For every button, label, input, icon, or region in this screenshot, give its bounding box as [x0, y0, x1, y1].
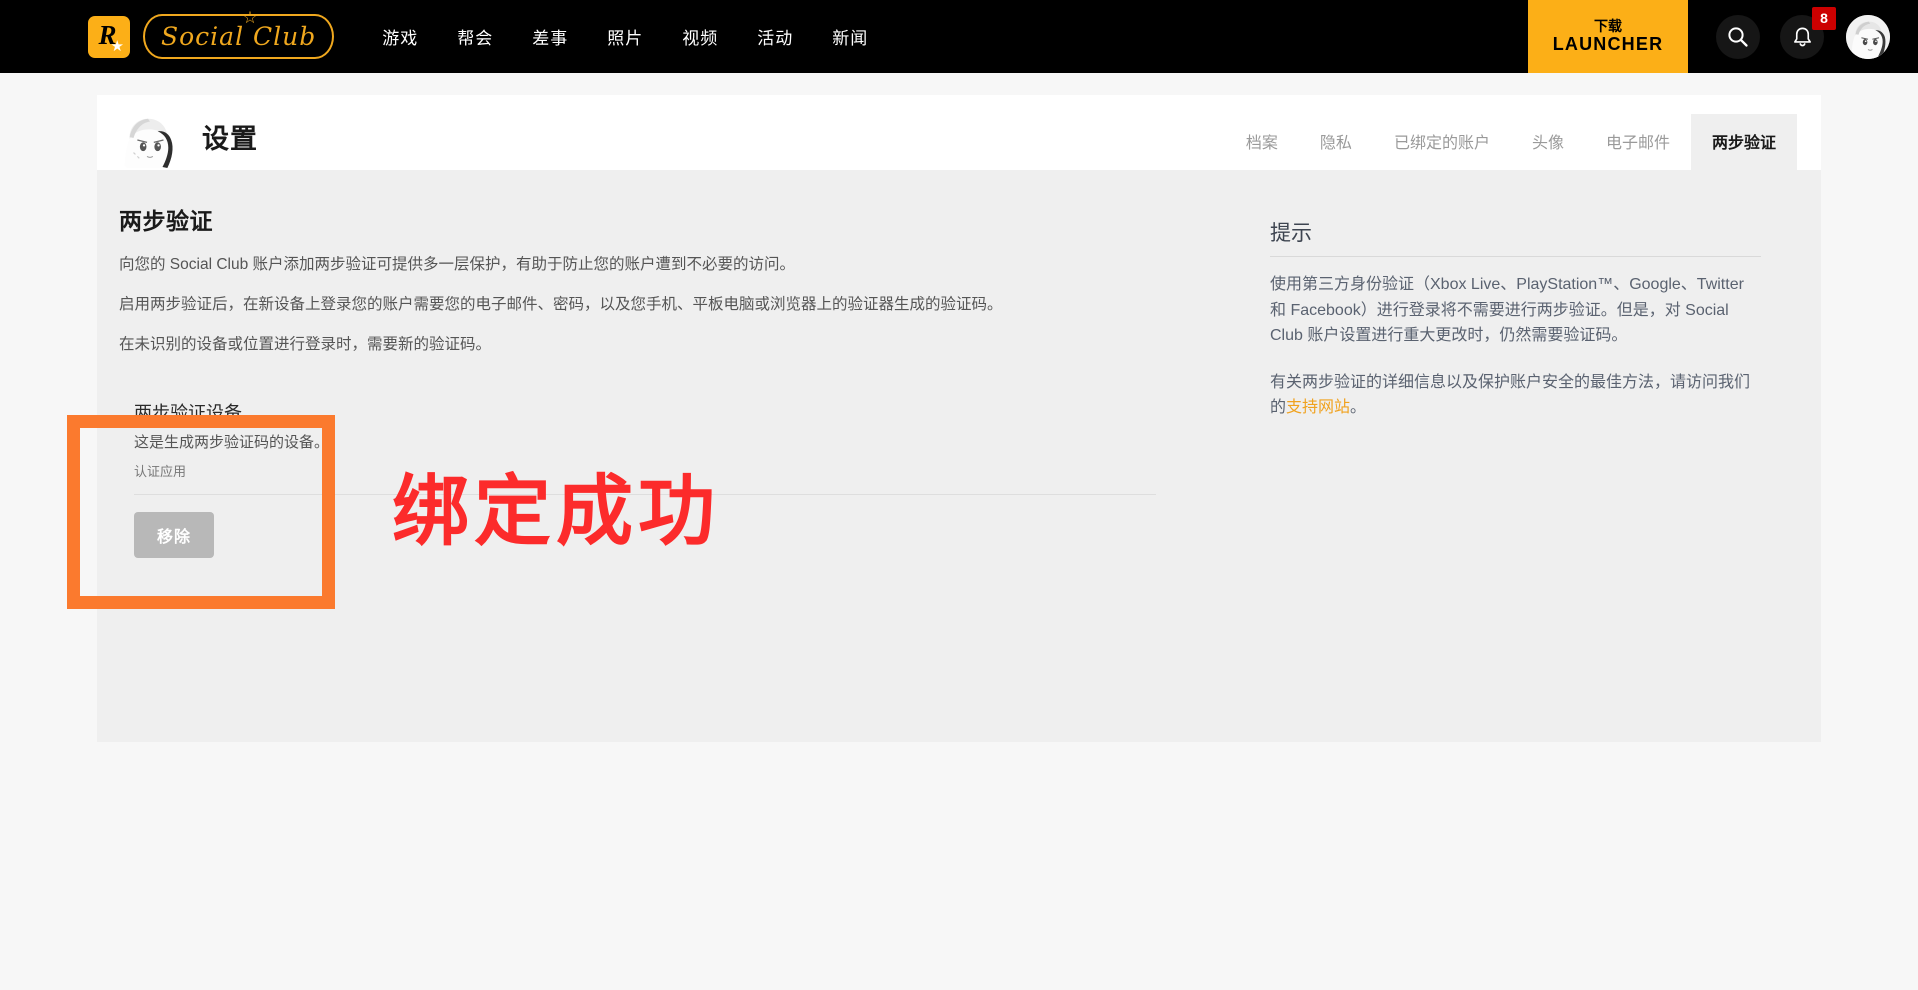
tab-profile[interactable]: 档案	[1225, 114, 1299, 170]
nav-item-videos[interactable]: 视频	[682, 24, 718, 49]
nav-item-news[interactable]: 新闻	[832, 24, 868, 49]
device-card-app-name: 认证应用	[134, 464, 187, 480]
rockstar-social-club-logo[interactable]: R ★ ☆ Social Club	[88, 9, 335, 59]
notification-count-badge: 8	[1812, 6, 1836, 30]
tab-linked-accounts[interactable]: 已绑定的账户	[1373, 114, 1511, 170]
notifications-button[interactable]: 8	[1780, 6, 1836, 59]
tips-title: 提示	[1270, 217, 1761, 257]
profile-avatar-icon	[119, 110, 177, 168]
nav-item-crews[interactable]: 帮会	[457, 24, 493, 49]
nav-item-photos[interactable]: 照片	[607, 24, 643, 49]
tips-column: 提示 使用第三方身份验证（Xbox Live、PlayStation™、Goog…	[1225, 170, 1821, 742]
tab-email[interactable]: 电子邮件	[1585, 114, 1691, 170]
social-club-wordmark-text: Social Club	[161, 22, 317, 51]
wordmark-star-icon: ☆	[242, 8, 258, 27]
top-bar-right-actions: 下载 LAUNCHER 8	[1528, 0, 1918, 73]
remove-device-button[interactable]: 移除	[134, 512, 215, 559]
tab-privacy[interactable]: 隐私	[1299, 114, 1373, 170]
top-navigation-bar: R ★ ☆ Social Club 游戏 帮会 差事 照片 视频 活动 新闻 下…	[0, 0, 1918, 73]
primary-nav: 游戏 帮会 差事 照片 视频 活动 新闻	[382, 24, 868, 49]
page-title: 设置	[202, 124, 258, 154]
tips-paragraph-2: 有关两步验证的详细信息以及保护账户安全的最佳方法，请访问我们的支持网站。	[1270, 370, 1761, 421]
star-icon: ★	[110, 37, 124, 55]
device-card-title: 两步验证设备	[134, 403, 242, 424]
intro-paragraph-2: 启用两步验证后，在新设备上登录您的账户需要您的电子邮件、密码，以及您手机、平板电…	[119, 296, 1003, 314]
device-card-divider	[134, 494, 1156, 496]
tips-paragraph-2-post: 。	[1350, 399, 1367, 417]
search-button[interactable]	[1716, 14, 1760, 59]
nav-item-games[interactable]: 游戏	[382, 24, 418, 49]
download-launcher-line1: 下载	[1594, 18, 1622, 35]
intro-paragraph-3: 在未识别的设备或位置进行登录时，需要新的验证码。	[119, 336, 492, 354]
settings-tabs: 档案 隐私 已绑定的账户 头像 电子邮件 两步验证	[1225, 114, 1797, 170]
social-club-wordmark: ☆ Social Club	[143, 9, 335, 59]
rockstar-logo-icon: R ★	[88, 15, 130, 58]
two-step-device-card: 两步验证设备 这是生成两步验证码的设备。 认证应用 移除	[119, 377, 1156, 559]
tips-paragraph-1: 使用第三方身份验证（Xbox Live、PlayStation™、Google、…	[1270, 276, 1744, 345]
main-content-column: 两步验证 向您的 Social Club 账户添加两步验证可提供多一层保护，有助…	[97, 170, 1225, 742]
download-launcher-button[interactable]: 下载 LAUNCHER	[1528, 0, 1688, 73]
bell-icon	[1793, 27, 1811, 46]
avatar-icon	[1846, 14, 1890, 59]
search-icon	[1728, 26, 1748, 47]
tab-avatar[interactable]: 头像	[1511, 114, 1585, 170]
settings-panel: 设置 档案 隐私 已绑定的账户 头像 电子邮件 两步验证 两步验证 向您的 So…	[97, 95, 1821, 742]
user-avatar-button[interactable]	[1846, 14, 1890, 59]
support-site-link[interactable]: 支持网站	[1286, 399, 1350, 416]
panel-header: 设置 档案 隐私 已绑定的账户 头像 电子邮件 两步验证	[97, 95, 1821, 170]
section-title: 两步验证	[119, 208, 213, 234]
profile-avatar	[119, 110, 177, 168]
intro-paragraph-1: 向您的 Social Club 账户添加两步验证可提供多一层保护，有助于防止您的…	[119, 256, 796, 273]
nav-item-events[interactable]: 活动	[757, 24, 793, 49]
page-container: 设置 档案 隐私 已绑定的账户 头像 电子邮件 两步验证 两步验证 向您的 So…	[0, 73, 1918, 990]
download-launcher-line2: LAUNCHER	[1552, 34, 1664, 55]
nav-item-jobs[interactable]: 差事	[532, 24, 568, 49]
panel-body: 两步验证 向您的 Social Club 账户添加两步验证可提供多一层保护，有助…	[97, 170, 1821, 742]
device-card-subtitle: 这是生成两步验证码的设备。	[134, 434, 330, 452]
tab-two-step-verification[interactable]: 两步验证	[1690, 114, 1797, 170]
